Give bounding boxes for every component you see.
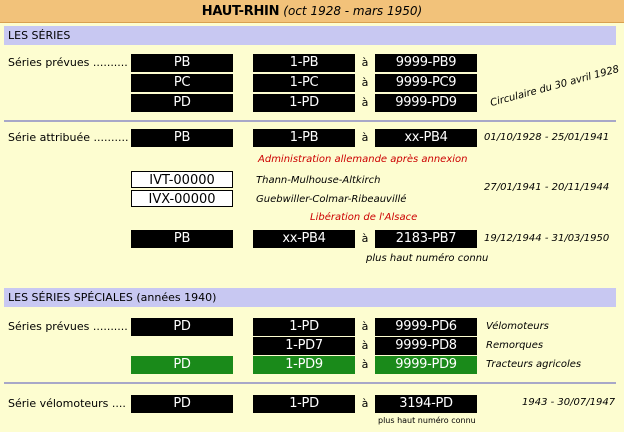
circulaire-note: Circulaire du 30 avril 1928 — [489, 63, 621, 109]
a-text: à — [361, 358, 369, 371]
a-text: à — [361, 131, 369, 144]
plate-from: 1-PD — [253, 318, 355, 336]
plate-to: 2183-PB7 — [375, 230, 477, 248]
plate-to: 9999-PC9 — [375, 74, 477, 92]
german-area: Thann-Mulhouse-Altkirch — [256, 175, 381, 186]
plate-to: 9999-PD8 — [375, 337, 477, 355]
max-number-note: plus haut numéro connu — [378, 416, 476, 425]
plate-to: 9999-PD6 — [375, 318, 477, 336]
plate-code: PD — [131, 318, 233, 336]
a-text: à — [361, 320, 369, 333]
title-subtitle: (oct 1928 - mars 1950) — [283, 4, 423, 18]
a-text: à — [361, 232, 369, 245]
a-text: à — [361, 397, 369, 410]
plate-from: 1-PD7 — [253, 337, 355, 355]
plate-to: xx-PB4 — [375, 129, 477, 147]
plate-code: PC — [131, 74, 233, 92]
a-text: à — [361, 56, 369, 69]
page-title: HAUT-RHIN (oct 1928 - mars 1950) — [0, 0, 624, 23]
plate-to: 3194-PD — [375, 395, 477, 413]
a-text: à — [361, 96, 369, 109]
label-serie-velomoteurs: Série vélomoteurs .... — [8, 397, 126, 410]
annexion-note: Administration allemande après annexion — [258, 154, 468, 165]
date-range: 1943 - 30/07/1947 — [522, 397, 616, 408]
german-plate: IVX-00000 — [131, 190, 233, 207]
date-range: 01/10/1928 - 25/01/1941 — [484, 132, 610, 143]
plate-code: PB — [131, 129, 233, 147]
date-range: 27/01/1941 - 20/11/1944 — [484, 182, 610, 193]
plate-to: 9999-PB9 — [375, 54, 477, 72]
plate-from: 1-PB — [253, 54, 355, 72]
title-main: HAUT-RHIN — [201, 4, 280, 19]
plate-code-green: PD — [131, 356, 233, 374]
plate-code: PD — [131, 94, 233, 112]
section-header-special: LES SÉRIES SPÉCIALES (années 1940) — [4, 288, 616, 307]
german-area: Guebwiller-Colmar-Ribeauvillé — [256, 194, 407, 205]
plate-to: 9999-PD9 — [375, 94, 477, 112]
plate-from: xx-PB4 — [253, 230, 355, 248]
divider — [4, 120, 616, 122]
plate-from: 1-PD — [253, 94, 355, 112]
label-series-prevues: Séries prévues .......... — [8, 56, 128, 69]
date-range: 19/12/1944 - 31/03/1950 — [484, 233, 610, 244]
liberation-note: Libération de l'Alsace — [310, 212, 418, 223]
plate-to-green: 9999-PD9 — [375, 356, 477, 374]
usage-label: Vélomoteurs — [486, 321, 549, 332]
plate-from: 1-PC — [253, 74, 355, 92]
plate-from: 1-PD — [253, 395, 355, 413]
label-special-prevues: Séries prévues .......... — [8, 320, 128, 333]
a-text: à — [361, 339, 369, 352]
plate-from-green: 1-PD9 — [253, 356, 355, 374]
plate-code: PB — [131, 54, 233, 72]
plate-from: 1-PB — [253, 129, 355, 147]
max-number-note: plus haut numéro connu — [366, 253, 489, 264]
divider — [4, 382, 616, 384]
plate-code: PB — [131, 230, 233, 248]
usage-label: Remorques — [486, 340, 544, 351]
a-text: à — [361, 76, 369, 89]
usage-label: Tracteurs agricoles — [486, 359, 582, 370]
label-serie-attribuee: Série attribuée .......... — [8, 131, 129, 144]
section-header-series: LES SÉRIES — [4, 26, 616, 45]
german-plate: IVT-00000 — [131, 171, 233, 188]
plate-code: PD — [131, 395, 233, 413]
